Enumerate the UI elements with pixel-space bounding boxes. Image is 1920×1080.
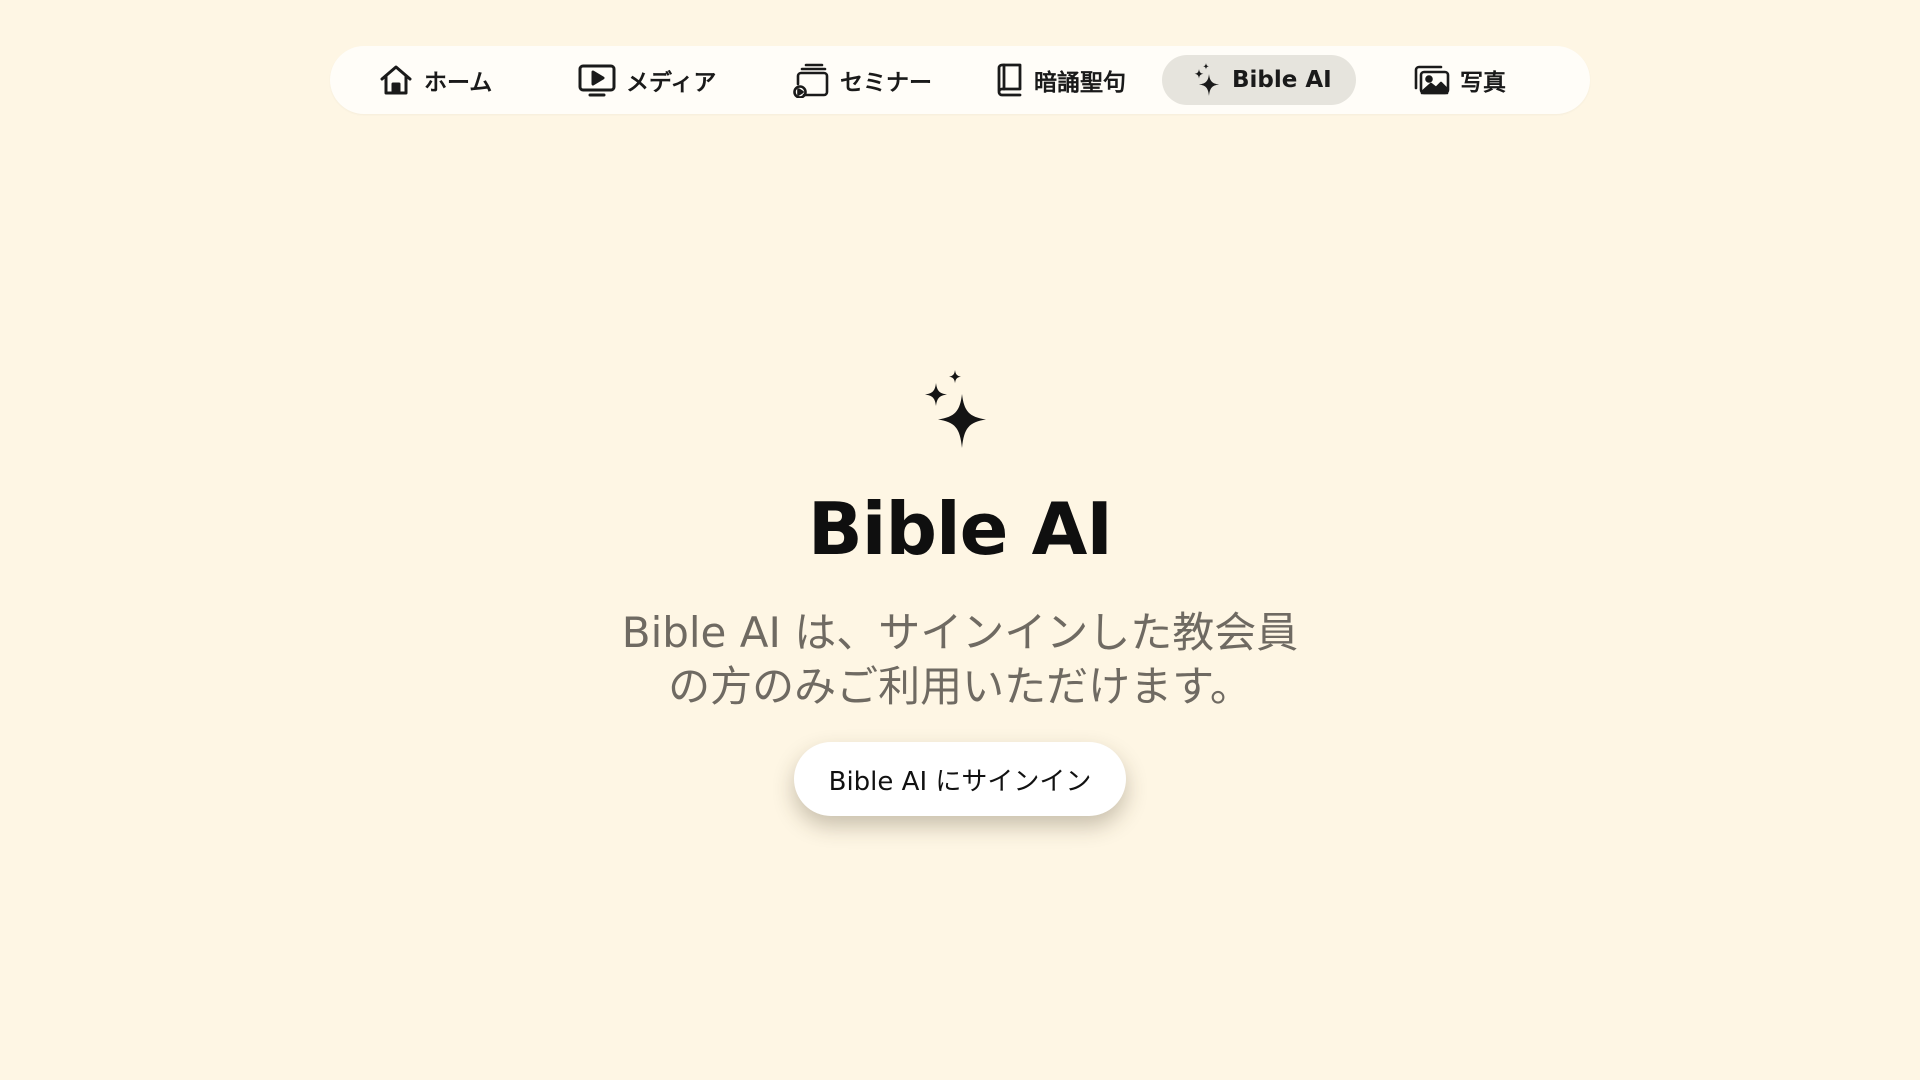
nav-label-photos: 写真 [1460, 70, 1506, 96]
nav-label-media: メディア [626, 70, 717, 96]
page-title: Bible AI [807, 487, 1113, 571]
nav-label-home: ホーム [424, 70, 493, 96]
signin-message-line-1: Bible AI は、サインインした教会員 [621, 608, 1299, 657]
nav-item-photos[interactable]: 写真 [1394, 55, 1524, 105]
nav-item-bible-ai[interactable]: Bible AI [1162, 55, 1356, 105]
book-icon [997, 63, 1022, 97]
sparkles-icon [1194, 63, 1219, 96]
signin-message-line-2: の方のみご利用いただけます。 [668, 662, 1252, 711]
nav-label-memory-verses: 暗誦聖句 [1034, 70, 1126, 96]
nav-item-home[interactable]: ホーム [360, 55, 510, 105]
home-icon [380, 65, 412, 95]
nav-item-memory-verses[interactable]: 暗誦聖句 [976, 55, 1144, 105]
top-navigation: ホーム メディア セミナー 暗誦聖句 Bible AI 写真 [330, 46, 1590, 114]
nav-item-seminar[interactable]: セミナー [774, 55, 950, 105]
photos-icon [1414, 65, 1450, 95]
seminar-stack-icon [793, 63, 829, 98]
signin-required-message: Bible AI は、サインインした教会員 の方のみご利用いただけます。 [560, 606, 1360, 714]
signin-button[interactable]: Bible AI にサインイン [794, 742, 1126, 816]
sparkles-icon [925, 370, 986, 448]
nav-item-media[interactable]: メディア [560, 55, 734, 105]
nav-label-bible-ai: Bible AI [1232, 67, 1332, 93]
nav-label-seminar: セミナー [840, 70, 932, 96]
play-screen-icon [578, 64, 616, 97]
